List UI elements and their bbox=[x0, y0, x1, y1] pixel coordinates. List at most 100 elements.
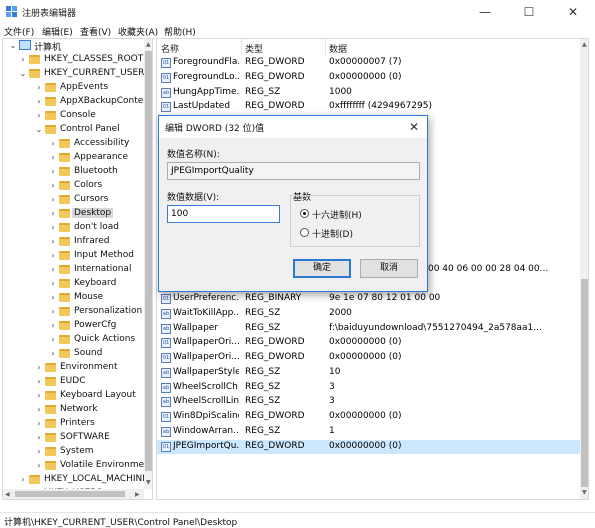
chevron-right-icon[interactable]: › bbox=[35, 82, 43, 94]
tree-item[interactable]: › Network bbox=[3, 403, 144, 417]
tree-horizontal-scrollbar[interactable]: ◀ ▶ bbox=[3, 489, 144, 499]
value-row[interactable]: ab WindowArran... REG_SZ 1 bbox=[157, 425, 580, 439]
value-row[interactable]: ab HungAppTime... REG_SZ 1000 bbox=[157, 86, 580, 100]
value-row[interactable]: 01 Win8DpiScaling REG_DWORD 0x00000000 (0) bbox=[157, 410, 580, 424]
chevron-right-icon[interactable]: › bbox=[35, 404, 43, 416]
hex-radio[interactable] bbox=[300, 209, 309, 218]
maximize-button[interactable]: ☐ bbox=[507, 0, 551, 24]
tree-item[interactable]: › Printers bbox=[3, 417, 144, 431]
tree-item[interactable]: ⌄ 计算机 bbox=[3, 39, 144, 53]
tree-item[interactable]: › PowerCfg bbox=[3, 319, 144, 333]
chevron-down-icon[interactable]: ⌄ bbox=[9, 40, 17, 52]
menu-favorites[interactable]: 收藏夹(A) bbox=[118, 25, 158, 38]
tree-item[interactable]: › Infrared bbox=[3, 235, 144, 249]
tree-item[interactable]: › Keyboard bbox=[3, 277, 144, 291]
tree-item[interactable]: › System bbox=[3, 445, 144, 459]
chevron-right-icon[interactable]: › bbox=[49, 166, 57, 178]
chevron-right-icon[interactable]: › bbox=[35, 376, 43, 388]
tree-vertical-scrollbar[interactable]: ▲ ▼ bbox=[144, 39, 152, 489]
value-row[interactable]: 01 ForegroundLo... REG_DWORD 0x00000000 (0) bbox=[157, 71, 580, 85]
tree-item[interactable]: › HKEY_LOCAL_MACHINI bbox=[3, 473, 145, 487]
chevron-right-icon[interactable]: › bbox=[49, 278, 57, 290]
values-vertical-scrollbar[interactable]: ▲ ▼ bbox=[580, 39, 588, 499]
tree-item[interactable]: › Keyboard Layout bbox=[3, 389, 144, 403]
chevron-right-icon[interactable]: › bbox=[35, 110, 43, 122]
chevron-right-icon[interactable]: › bbox=[35, 446, 43, 458]
close-button[interactable]: ✕ bbox=[551, 0, 595, 24]
value-row[interactable]: 01 ForegroundFla... REG_DWORD 0x00000007 (7… bbox=[157, 56, 580, 70]
chevron-down-icon[interactable]: ⌄ bbox=[35, 124, 43, 136]
menu-view[interactable]: 查看(V) bbox=[80, 25, 111, 38]
value-row[interactable]: ab WaitToKillApp... REG_SZ 2000 bbox=[157, 307, 580, 321]
value-data-input[interactable]: 100 bbox=[167, 205, 280, 223]
chevron-right-icon[interactable]: › bbox=[35, 96, 43, 108]
tree-item[interactable]: › EUDC bbox=[3, 375, 144, 389]
value-row[interactable]: abWheelScrollLin... REG_SZ 3 bbox=[157, 395, 580, 409]
tree-item[interactable]: › International bbox=[3, 263, 144, 277]
value-row[interactable]: 01 WallpaperOri... REG_DWORD 0x00000000 (0) bbox=[157, 351, 580, 365]
ok-button[interactable]: 确定 bbox=[293, 259, 351, 278]
chevron-right-icon[interactable]: › bbox=[35, 460, 43, 472]
chevron-right-icon[interactable]: › bbox=[35, 432, 43, 444]
scroll-down-icon[interactable]: ▼ bbox=[146, 479, 151, 486]
chevron-right-icon[interactable]: › bbox=[49, 194, 57, 206]
chevron-right-icon[interactable]: › bbox=[19, 474, 27, 486]
dialog-close-button[interactable]: ✕ bbox=[405, 119, 423, 135]
chevron-right-icon[interactable]: › bbox=[49, 250, 57, 262]
value-row[interactable]: 01 JPEGImportQu... REG_DWORD 0x00000000 (0) bbox=[157, 439, 580, 454]
tree-item[interactable]: › don't load bbox=[3, 221, 144, 235]
tree-item[interactable]: › Personalization bbox=[3, 305, 144, 319]
chevron-right-icon[interactable]: › bbox=[49, 152, 57, 164]
decimal-radio[interactable] bbox=[300, 228, 309, 237]
column-header-data[interactable]: 数据 bbox=[329, 42, 347, 55]
decimal-radio-label[interactable]: 十进制(D) bbox=[312, 227, 353, 240]
scroll-down-icon[interactable]: ▼ bbox=[582, 489, 587, 496]
chevron-right-icon[interactable]: › bbox=[19, 54, 27, 66]
scroll-up-icon[interactable]: ▲ bbox=[582, 41, 587, 48]
cancel-button[interactable]: 取消 bbox=[360, 259, 418, 278]
tree-item[interactable]: › HKEY_CLASSES_ROOT bbox=[3, 53, 144, 67]
chevron-right-icon[interactable]: › bbox=[35, 362, 43, 374]
registry-tree[interactable]: ⌄ 计算机 › HKEY_CLASSES_ROOT ⌄ HKEY_CURRENT_USER… bbox=[2, 38, 153, 500]
tree-item[interactable]: › Volatile Environmen bbox=[3, 459, 150, 473]
menu-help[interactable]: 帮助(H) bbox=[164, 25, 196, 38]
scroll-left-icon[interactable]: ◀ bbox=[5, 491, 10, 498]
chevron-right-icon[interactable]: › bbox=[49, 348, 57, 360]
chevron-right-icon[interactable]: › bbox=[49, 264, 57, 276]
tree-item[interactable]: ⌄ Control Panel bbox=[3, 123, 144, 137]
column-header-type[interactable]: 类型 bbox=[245, 42, 263, 55]
tree-item[interactable]: › AppXBackupContent bbox=[3, 95, 152, 109]
minimize-button[interactable]: — bbox=[463, 0, 507, 24]
tree-item[interactable]: › Sound bbox=[3, 347, 144, 361]
chevron-right-icon[interactable]: › bbox=[49, 320, 57, 332]
chevron-right-icon[interactable]: › bbox=[49, 306, 57, 318]
hex-radio-label[interactable]: 十六进制(H) bbox=[312, 208, 362, 221]
values-scroll-thumb[interactable] bbox=[581, 279, 588, 487]
value-row[interactable]: ab Wallpaper REG_SZ f:\baiduyundownload\755… bbox=[157, 322, 580, 336]
value-row[interactable]: 01 UserPreferenc... REG_BINARY 9e 1e 07 80 … bbox=[157, 292, 580, 306]
column-header-name[interactable]: 名称 bbox=[161, 42, 179, 55]
value-row[interactable]: 01 LastUpdated REG_DWORD 0xffffffff (429496… bbox=[157, 100, 580, 114]
tree-item[interactable]: › Desktop bbox=[3, 207, 144, 221]
chevron-right-icon[interactable]: › bbox=[49, 334, 57, 346]
chevron-down-icon[interactable]: ⌄ bbox=[19, 68, 27, 80]
chevron-right-icon[interactable]: › bbox=[49, 208, 57, 220]
tree-hscroll-thumb[interactable] bbox=[15, 491, 125, 497]
value-row[interactable]: abWheelScrollCh... REG_SZ 3 bbox=[157, 381, 580, 395]
tree-item[interactable]: › Accessibility bbox=[3, 137, 144, 151]
tree-item[interactable]: › Bluetooth bbox=[3, 165, 144, 179]
tree-item[interactable]: ⌄ HKEY_CURRENT_USER bbox=[3, 67, 144, 81]
chevron-right-icon[interactable]: › bbox=[49, 138, 57, 150]
scroll-right-icon[interactable]: ▶ bbox=[135, 491, 140, 498]
tree-item[interactable]: › Mouse bbox=[3, 291, 144, 305]
tree-scroll-thumb[interactable] bbox=[145, 51, 152, 471]
column-divider[interactable] bbox=[241, 39, 242, 55]
scroll-up-icon[interactable]: ▲ bbox=[146, 41, 151, 48]
chevron-right-icon[interactable]: › bbox=[49, 292, 57, 304]
chevron-right-icon[interactable]: › bbox=[49, 180, 57, 192]
chevron-right-icon[interactable]: › bbox=[35, 418, 43, 430]
tree-item[interactable]: › Environment bbox=[3, 361, 144, 375]
value-row[interactable]: ab WallpaperStyle REG_SZ 10 bbox=[157, 366, 580, 380]
menu-edit[interactable]: 编辑(E) bbox=[42, 25, 73, 38]
chevron-right-icon[interactable]: › bbox=[49, 236, 57, 248]
